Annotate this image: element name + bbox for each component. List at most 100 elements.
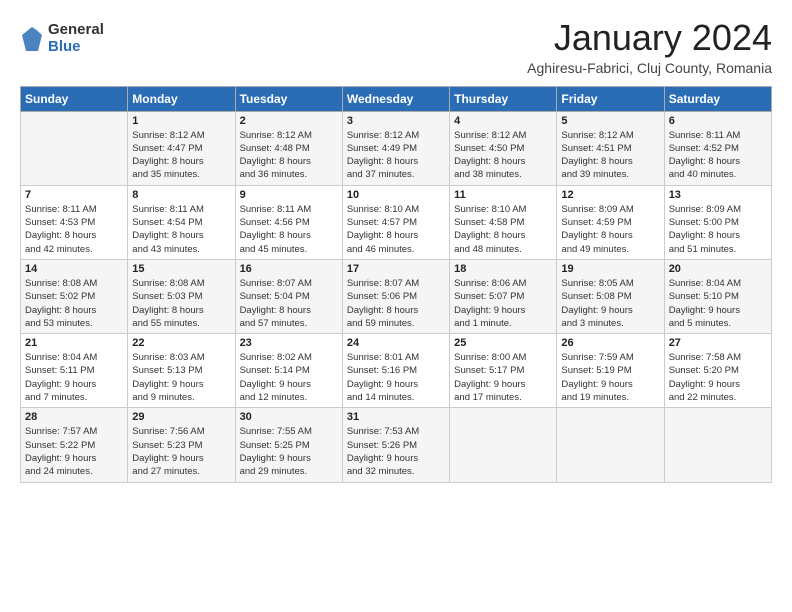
day-number: 7 <box>25 189 123 201</box>
day-info: Sunrise: 8:03 AM Sunset: 5:13 PM Dayligh… <box>132 351 230 404</box>
day-number: 1 <box>132 115 230 127</box>
day-info: Sunrise: 8:10 AM Sunset: 4:58 PM Dayligh… <box>454 203 552 256</box>
calendar-cell <box>450 408 557 482</box>
header-sunday: Sunday <box>21 86 128 111</box>
calendar-cell: 12Sunrise: 8:09 AM Sunset: 4:59 PM Dayli… <box>557 185 664 259</box>
day-number: 20 <box>669 263 767 275</box>
day-number: 17 <box>347 263 445 275</box>
day-info: Sunrise: 7:59 AM Sunset: 5:19 PM Dayligh… <box>561 351 659 404</box>
calendar-cell: 5 Sunrise: 8:12 AM Sunset: 4:51 PM Daylig… <box>557 111 664 185</box>
day-info: Sunrise: 7:58 AM Sunset: 5:20 PM Dayligh… <box>669 351 767 404</box>
header-saturday: Saturday <box>664 86 771 111</box>
header-friday: Friday <box>557 86 664 111</box>
header-thursday: Thursday <box>450 86 557 111</box>
day-number: 3 <box>347 115 445 127</box>
day-info: Sunrise: 7:53 AM Sunset: 5:26 PM Dayligh… <box>347 425 445 478</box>
day-info: Sunrise: 8:12 AM Sunset: 4:47 PM Dayligh… <box>132 129 230 182</box>
day-info: Sunrise: 7:55 AM Sunset: 5:25 PM Dayligh… <box>240 425 338 478</box>
month-title: January 2024 <box>527 18 772 58</box>
day-info: Sunrise: 8:12 AM Sunset: 4:48 PM Dayligh… <box>240 129 338 182</box>
calendar-cell <box>21 111 128 185</box>
calendar-cell: 24 Sunrise: 8:01 AM Sunset: 5:16 PM Dayli… <box>342 334 449 408</box>
day-number: 11 <box>454 189 552 201</box>
day-info: Sunrise: 8:07 AM Sunset: 5:06 PM Dayligh… <box>347 277 445 330</box>
day-number: 22 <box>132 337 230 349</box>
calendar-cell: 26 Sunrise: 7:59 AM Sunset: 5:19 PM Dayli… <box>557 334 664 408</box>
day-number: 16 <box>240 263 338 275</box>
day-number: 26 <box>561 337 659 349</box>
calendar-cell: 6 Sunrise: 8:11 AM Sunset: 4:52 PM Daylig… <box>664 111 771 185</box>
day-number: 13 <box>669 189 767 201</box>
logo-blue: Blue <box>48 39 104 56</box>
calendar-table: Sunday Monday Tuesday Wednesday Thursday… <box>20 86 772 483</box>
week-row-4: 28 Sunrise: 7:57 AM Sunset: 5:22 PM Dayli… <box>21 408 772 482</box>
day-number: 30 <box>240 411 338 423</box>
calendar-cell <box>664 408 771 482</box>
day-info: Sunrise: 8:00 AM Sunset: 5:17 PM Dayligh… <box>454 351 552 404</box>
logo-text: General Blue <box>48 22 104 55</box>
day-info: Sunrise: 8:07 AM Sunset: 5:04 PM Dayligh… <box>240 277 338 330</box>
calendar-cell: 11 Sunrise: 8:10 AM Sunset: 4:58 PM Dayli… <box>450 185 557 259</box>
calendar-cell <box>557 408 664 482</box>
calendar-cell: 22 Sunrise: 8:03 AM Sunset: 5:13 PM Dayli… <box>128 334 235 408</box>
header-wednesday: Wednesday <box>342 86 449 111</box>
calendar-cell: 7Sunrise: 8:11 AM Sunset: 4:53 PM Daylig… <box>21 185 128 259</box>
day-info: Sunrise: 7:56 AM Sunset: 5:23 PM Dayligh… <box>132 425 230 478</box>
day-number: 21 <box>25 337 123 349</box>
week-row-0: 1 Sunrise: 8:12 AM Sunset: 4:47 PM Daylig… <box>21 111 772 185</box>
day-number: 15 <box>132 263 230 275</box>
week-row-2: 14Sunrise: 8:08 AM Sunset: 5:02 PM Dayli… <box>21 259 772 333</box>
day-number: 6 <box>669 115 767 127</box>
logo-general: General <box>48 22 104 39</box>
calendar-cell: 8 Sunrise: 8:11 AM Sunset: 4:54 PM Daylig… <box>128 185 235 259</box>
calendar-cell: 19 Sunrise: 8:05 AM Sunset: 5:08 PM Dayli… <box>557 259 664 333</box>
calendar-cell: 3 Sunrise: 8:12 AM Sunset: 4:49 PM Daylig… <box>342 111 449 185</box>
logo: General Blue <box>20 22 104 55</box>
day-number: 10 <box>347 189 445 201</box>
day-info: Sunrise: 8:12 AM Sunset: 4:50 PM Dayligh… <box>454 129 552 182</box>
calendar-cell: 30 Sunrise: 7:55 AM Sunset: 5:25 PM Dayli… <box>235 408 342 482</box>
day-info: Sunrise: 8:04 AM Sunset: 5:11 PM Dayligh… <box>25 351 123 404</box>
calendar-cell: 1 Sunrise: 8:12 AM Sunset: 4:47 PM Daylig… <box>128 111 235 185</box>
location-subtitle: Aghiresu-Fabrici, Cluj County, Romania <box>527 60 772 76</box>
calendar-cell: 15Sunrise: 8:08 AM Sunset: 5:03 PM Dayli… <box>128 259 235 333</box>
day-number: 19 <box>561 263 659 275</box>
calendar-cell: 14Sunrise: 8:08 AM Sunset: 5:02 PM Dayli… <box>21 259 128 333</box>
day-number: 25 <box>454 337 552 349</box>
day-number: 28 <box>25 411 123 423</box>
day-info: Sunrise: 8:06 AM Sunset: 5:07 PM Dayligh… <box>454 277 552 330</box>
header-row: General Blue January 2024 Aghiresu-Fabri… <box>20 18 772 76</box>
day-number: 27 <box>669 337 767 349</box>
day-number: 8 <box>132 189 230 201</box>
calendar-cell: 31 Sunrise: 7:53 AM Sunset: 5:26 PM Dayli… <box>342 408 449 482</box>
header-tuesday: Tuesday <box>235 86 342 111</box>
day-info: Sunrise: 8:10 AM Sunset: 4:57 PM Dayligh… <box>347 203 445 256</box>
calendar-cell: 29Sunrise: 7:56 AM Sunset: 5:23 PM Dayli… <box>128 408 235 482</box>
day-number: 24 <box>347 337 445 349</box>
day-info: Sunrise: 8:08 AM Sunset: 5:02 PM Dayligh… <box>25 277 123 330</box>
calendar-cell: 17 Sunrise: 8:07 AM Sunset: 5:06 PM Dayli… <box>342 259 449 333</box>
day-info: Sunrise: 8:11 AM Sunset: 4:56 PM Dayligh… <box>240 203 338 256</box>
calendar-cell: 25 Sunrise: 8:00 AM Sunset: 5:17 PM Dayli… <box>450 334 557 408</box>
week-row-3: 21 Sunrise: 8:04 AM Sunset: 5:11 PM Dayli… <box>21 334 772 408</box>
day-info: Sunrise: 8:09 AM Sunset: 5:00 PM Dayligh… <box>669 203 767 256</box>
day-info: Sunrise: 8:02 AM Sunset: 5:14 PM Dayligh… <box>240 351 338 404</box>
day-info: Sunrise: 8:12 AM Sunset: 4:49 PM Dayligh… <box>347 129 445 182</box>
calendar-cell: 23Sunrise: 8:02 AM Sunset: 5:14 PM Dayli… <box>235 334 342 408</box>
day-number: 31 <box>347 411 445 423</box>
day-info: Sunrise: 8:12 AM Sunset: 4:51 PM Dayligh… <box>561 129 659 182</box>
day-info: Sunrise: 8:11 AM Sunset: 4:52 PM Dayligh… <box>669 129 767 182</box>
logo-icon <box>20 25 44 53</box>
day-number: 9 <box>240 189 338 201</box>
day-info: Sunrise: 8:04 AM Sunset: 5:10 PM Dayligh… <box>669 277 767 330</box>
calendar-cell: 9 Sunrise: 8:11 AM Sunset: 4:56 PM Daylig… <box>235 185 342 259</box>
day-info: Sunrise: 8:01 AM Sunset: 5:16 PM Dayligh… <box>347 351 445 404</box>
day-number: 5 <box>561 115 659 127</box>
calendar-cell: 18Sunrise: 8:06 AM Sunset: 5:07 PM Dayli… <box>450 259 557 333</box>
page-container: General Blue January 2024 Aghiresu-Fabri… <box>0 0 792 493</box>
day-info: Sunrise: 8:11 AM Sunset: 4:54 PM Dayligh… <box>132 203 230 256</box>
day-info: Sunrise: 7:57 AM Sunset: 5:22 PM Dayligh… <box>25 425 123 478</box>
day-info: Sunrise: 8:05 AM Sunset: 5:08 PM Dayligh… <box>561 277 659 330</box>
calendar-cell: 13 Sunrise: 8:09 AM Sunset: 5:00 PM Dayli… <box>664 185 771 259</box>
calendar-cell: 16 Sunrise: 8:07 AM Sunset: 5:04 PM Dayli… <box>235 259 342 333</box>
